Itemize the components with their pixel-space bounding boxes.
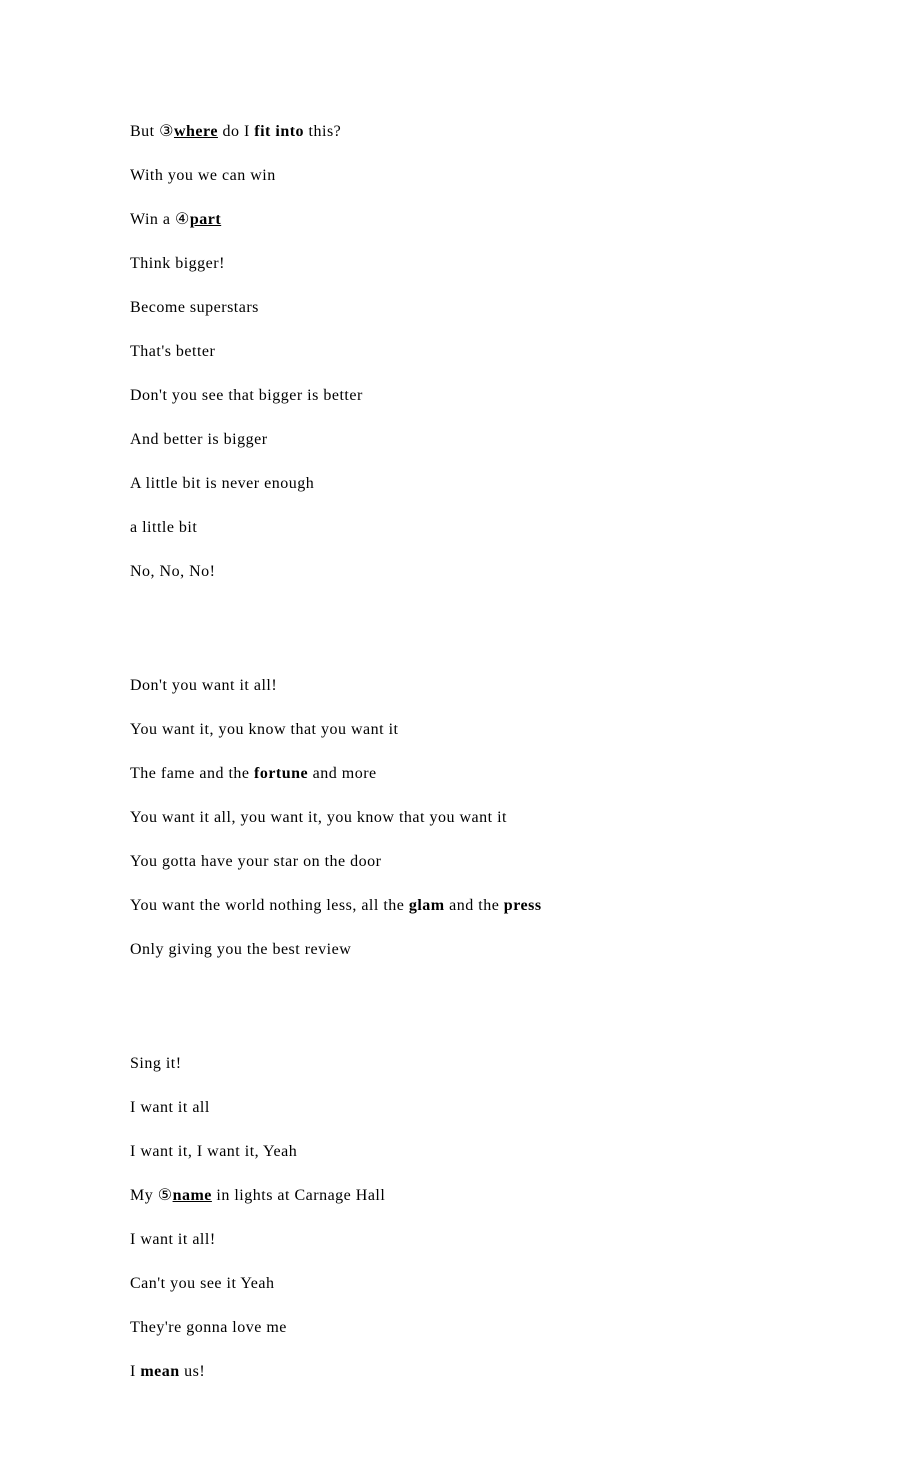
text-run: Win a [130, 211, 175, 228]
stanza-gap [130, 604, 790, 674]
lyric-line: I want it all [130, 1096, 790, 1120]
text-run: They're gonna love me [130, 1319, 287, 1336]
lyric-line: No, No, No! [130, 560, 790, 584]
text-run: The fame and the [130, 765, 254, 782]
text-run: mean [140, 1363, 179, 1380]
text-run: No, No, No! [130, 563, 216, 580]
text-run: Don't you see that bigger is better [130, 387, 363, 404]
text-run: Don't you want it all! [130, 677, 277, 694]
lyric-line: Don't you see that bigger is better [130, 384, 790, 408]
lyric-line: Win a ④part [130, 208, 790, 232]
lyric-line: You want the world nothing less, all the… [130, 894, 790, 918]
text-run: You want it, you know that you want it [130, 721, 398, 738]
text-run: Only giving you the best review [130, 941, 351, 958]
lyric-line: That's better [130, 340, 790, 364]
lyric-line: I want it, I want it, Yeah [130, 1140, 790, 1164]
text-run: I want it, I want it, Yeah [130, 1143, 297, 1160]
text-run: With you we can win [130, 167, 276, 184]
text-run: ④ [175, 211, 190, 228]
text-run: You gotta have your star on the door [130, 853, 381, 870]
lyric-line: Sing it! [130, 1052, 790, 1076]
lyric-line: Only giving you the best review [130, 938, 790, 962]
text-run: A little bit is never enough [130, 475, 314, 492]
lyric-line: The fame and the fortune and more [130, 762, 790, 786]
document-page: But ③where do I fit into this? With you w… [0, 0, 920, 1484]
lyric-line: You want it all, you want it, you know t… [130, 806, 790, 830]
lyric-line: I want it all! [130, 1228, 790, 1252]
text-run: us! [180, 1363, 206, 1380]
lyric-line: Can't you see it Yeah [130, 1272, 790, 1296]
lyric-line: Think bigger! [130, 252, 790, 276]
lyric-line: My ⑤name in lights at Carnage Hall [130, 1184, 790, 1208]
text-run: name [173, 1187, 212, 1204]
lyric-line: Don't you want it all! [130, 674, 790, 698]
text-run: ③ [159, 123, 174, 140]
text-run: do I [218, 123, 254, 140]
lyric-line: Become superstars [130, 296, 790, 320]
text-run: press [504, 897, 542, 914]
text-run: Think bigger! [130, 255, 225, 272]
text-run: in lights at Carnage Hall [212, 1187, 385, 1204]
text-run: That's better [130, 343, 215, 360]
text-run: Become superstars [130, 299, 259, 316]
text-run: Can't you see it Yeah [130, 1275, 274, 1292]
text-run: fit into [254, 123, 304, 140]
text-run: Sing it! [130, 1055, 182, 1072]
text-run: and more [308, 765, 376, 782]
text-run: My [130, 1187, 158, 1204]
text-run: But [130, 123, 159, 140]
lyric-line: But ③where do I fit into this? [130, 120, 790, 144]
lyric-line: And better is bigger [130, 428, 790, 452]
text-run: where [174, 123, 218, 140]
lyric-line: You gotta have your star on the door [130, 850, 790, 874]
text-run: this? [304, 123, 341, 140]
lyric-line: A little bit is never enough [130, 472, 790, 496]
text-run: and the [445, 897, 504, 914]
lyric-line: You want it, you know that you want it [130, 718, 790, 742]
text-run: part [190, 211, 221, 228]
lyric-line: They're gonna love me [130, 1316, 790, 1340]
text-run: fortune [254, 765, 308, 782]
text-run: And better is bigger [130, 431, 268, 448]
text-run: a little bit [130, 519, 197, 536]
lyric-line: a little bit [130, 516, 790, 540]
text-run: I [130, 1363, 140, 1380]
lyric-line: I mean us! [130, 1360, 790, 1384]
text-run: glam [409, 897, 445, 914]
text-run: You want it all, you want it, you know t… [130, 809, 507, 826]
text-run: I want it all [130, 1099, 210, 1116]
lyric-line: With you we can win [130, 164, 790, 188]
text-run: ⑤ [158, 1187, 173, 1204]
stanza-gap [130, 982, 790, 1052]
text-run: I want it all! [130, 1231, 216, 1248]
text-run: You want the world nothing less, all the [130, 897, 409, 914]
